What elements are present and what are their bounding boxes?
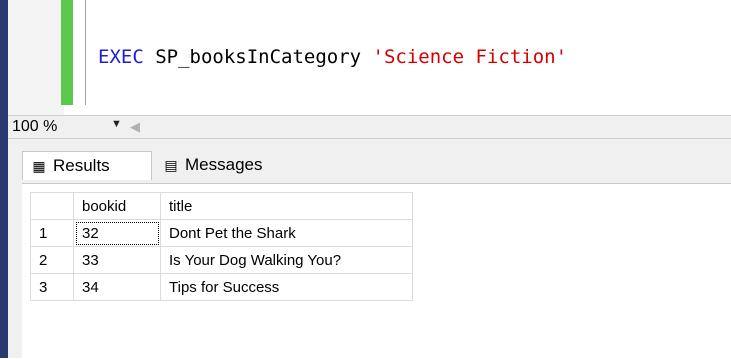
tab-results[interactable]: ▦ Results <box>22 151 152 180</box>
sql-keyword: EXEC <box>98 46 144 68</box>
row-number[interactable]: 2 <box>30 246 74 274</box>
table-row: 1 32 Dont Pet the Shark <box>30 219 413 247</box>
results-grid: bookid title 1 32 Dont Pet the Shark 2 3… <box>30 192 413 301</box>
change-indicator-bar <box>61 0 73 105</box>
row-number-header[interactable] <box>30 192 74 220</box>
table-row: 2 33 Is Your Dog Walking You? <box>30 246 413 274</box>
messages-icon: ▤ <box>164 157 178 173</box>
row-number[interactable]: 3 <box>30 273 74 301</box>
dropdown-arrow-icon[interactable]: ▼ <box>111 118 122 130</box>
title-cell[interactable]: Dont Pet the Shark <box>160 219 413 247</box>
bookid-cell[interactable]: 33 <box>73 246 161 274</box>
results-pane: ▦ Results ▤ Messages bookid title 1 32 Don… <box>8 139 731 359</box>
zoom-bar: 100 % ▼ ◀ <box>8 115 731 139</box>
column-header-title[interactable]: title <box>160 192 413 220</box>
tab-messages[interactable]: ▤ Messages <box>155 151 305 179</box>
bookid-cell[interactable]: 34 <box>73 273 161 301</box>
string-argument: 'Science Fiction' <box>372 46 568 68</box>
editor-margin-line <box>85 0 86 105</box>
column-header-bookid[interactable]: bookid <box>73 192 161 220</box>
procedure-name: SP_booksInCategory <box>143 46 373 68</box>
editor-gutter <box>8 0 64 115</box>
query-editor[interactable]: EXEC SP_booksInCategory 'Science Fiction… <box>8 0 731 115</box>
left-window-edge <box>0 0 8 358</box>
grid-header-row: bookid title <box>30 192 413 220</box>
title-cell[interactable]: Is Your Dog Walking You? <box>160 246 413 274</box>
tab-messages-label: Messages <box>185 155 263 174</box>
table-row: 3 34 Tips for Success <box>30 273 413 301</box>
row-number[interactable]: 1 <box>30 219 74 247</box>
results-grid-panel: bookid title 1 32 Dont Pet the Shark 2 3… <box>22 183 731 359</box>
code-line[interactable]: EXEC SP_booksInCategory 'Science Fiction… <box>98 42 567 72</box>
title-cell[interactable]: Tips for Success <box>160 273 413 301</box>
bookid-cell[interactable]: 32 <box>73 219 161 247</box>
tab-results-label: Results <box>53 156 110 175</box>
scroll-left-icon[interactable]: ◀ <box>130 119 140 135</box>
zoom-level[interactable]: 100 % <box>12 118 57 136</box>
grid-icon: ▦ <box>32 158 46 174</box>
